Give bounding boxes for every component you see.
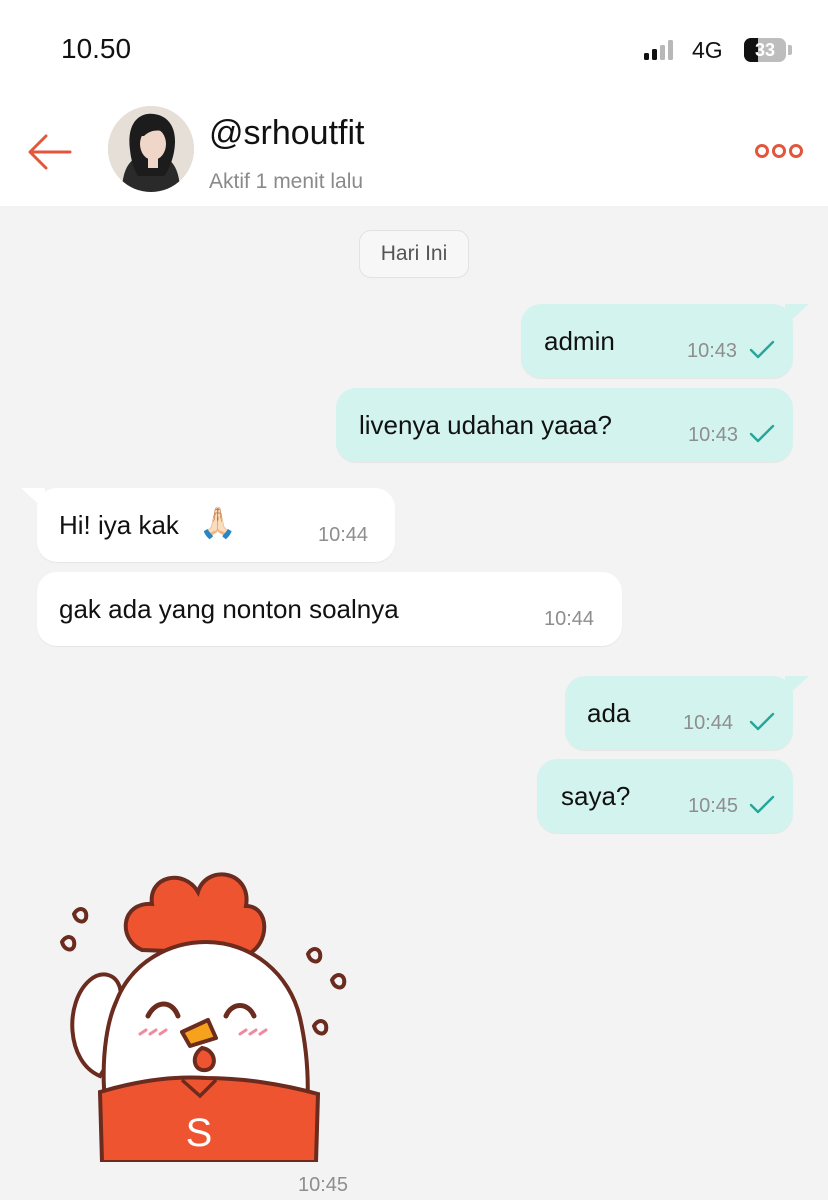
- message-time: 10:43: [688, 424, 739, 446]
- bubble-tail: [785, 304, 809, 326]
- date-separator: Hari Ini: [359, 230, 469, 278]
- message-text: saya?: [561, 781, 631, 811]
- sticker-letter: S: [186, 1111, 213, 1155]
- battery-icon: 33: [744, 38, 786, 62]
- more-options-button[interactable]: [752, 136, 806, 166]
- message-bubble-outgoing[interactable]: admin 10:43: [521, 304, 809, 378]
- battery-level: 33: [754, 40, 776, 60]
- message-bubble-incoming[interactable]: gak ada yang nonton soalnya 10:44: [37, 572, 622, 646]
- avatar-photo: [108, 106, 194, 192]
- signal-icon: [644, 40, 680, 60]
- chicken-mascot-sticker[interactable]: S: [56, 862, 362, 1164]
- message-bubble-incoming[interactable]: Hi! iya kak 🙏🏻 10:44: [21, 488, 395, 562]
- message-bubble-outgoing[interactable]: livenya udahan yaaa? 10:43: [336, 388, 793, 462]
- message-bubble-outgoing[interactable]: ada 10:44: [565, 676, 809, 750]
- message-text: gak ada yang nonton soalnya: [59, 594, 399, 624]
- more-dots-icon: [755, 144, 803, 158]
- back-arrow-icon: [28, 134, 72, 170]
- chat-area[interactable]: Hari Ini admin 10:43 livenya udahan yaaa…: [0, 206, 828, 1200]
- status-bar: 10.50 4G 33: [0, 0, 828, 100]
- bubble-tail: [21, 488, 45, 510]
- message-text: admin: [544, 326, 615, 356]
- read-check-icon: [749, 424, 775, 443]
- message-time: 10:44: [683, 712, 734, 734]
- read-check-icon: [749, 712, 775, 731]
- message-time: 10:43: [687, 340, 738, 362]
- chat-header: @srhoutfit Aktif 1 menit lalu: [0, 100, 828, 206]
- back-button[interactable]: [24, 130, 74, 174]
- bubble-tail: [785, 676, 809, 698]
- read-check-icon: [749, 340, 775, 359]
- praying-hands-emoji: 🙏🏻: [199, 507, 237, 540]
- avatar[interactable]: [108, 106, 194, 192]
- message-text: livenya udahan yaaa?: [359, 410, 612, 440]
- message-text: ada: [587, 698, 631, 728]
- network-type: 4G: [692, 37, 723, 63]
- read-check-icon: [749, 795, 775, 814]
- status-time: 10.50: [61, 33, 132, 64]
- message-bubble-outgoing[interactable]: saya? 10:45: [537, 759, 793, 833]
- battery-tip: [788, 45, 792, 55]
- message-text: Hi! iya kak: [59, 510, 179, 540]
- message-time: 10:45: [298, 1174, 349, 1196]
- contact-status: Aktif 1 menit lalu: [209, 170, 364, 193]
- chicken-mascot-icon: S: [59, 872, 347, 1164]
- message-time: 10:44: [544, 608, 595, 630]
- message-time: 10:44: [318, 524, 369, 546]
- message-time: 10:45: [688, 795, 739, 817]
- contact-name: @srhoutfit: [209, 114, 365, 152]
